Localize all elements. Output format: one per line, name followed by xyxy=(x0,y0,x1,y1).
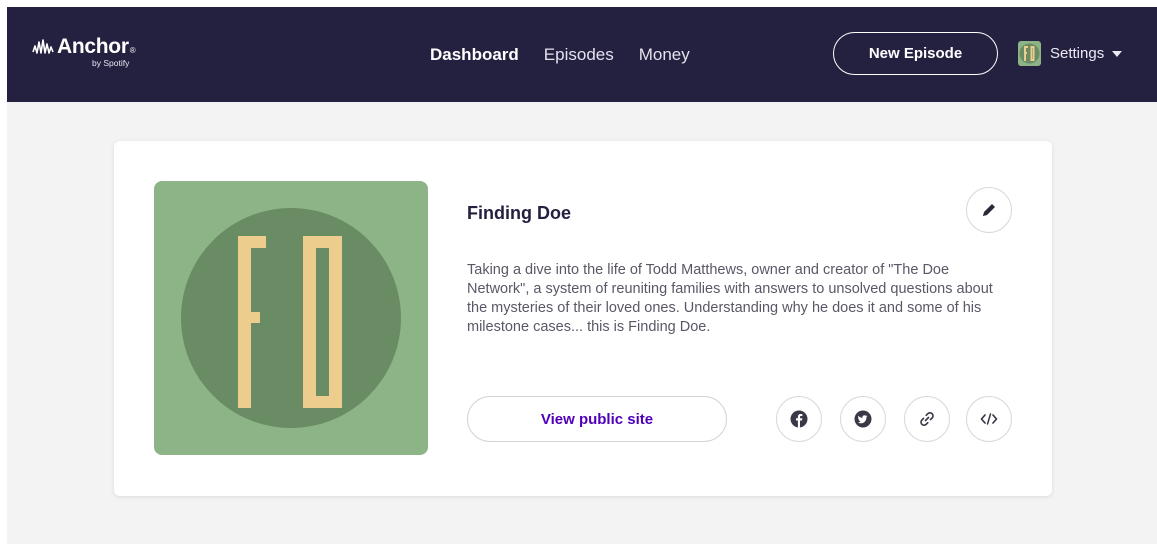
anchor-logo[interactable]: Anchor ® by Spotify xyxy=(32,35,136,68)
chevron-down-icon xyxy=(1112,50,1123,57)
podcast-cover-art xyxy=(154,181,428,455)
settings-label: Settings xyxy=(1050,45,1105,62)
embed-icon xyxy=(980,413,998,425)
link-icon xyxy=(920,412,934,426)
nav-money[interactable]: Money xyxy=(639,45,690,65)
twitter-icon xyxy=(854,410,872,428)
podcast-title: Finding Doe xyxy=(467,203,571,223)
logo-registered-mark: ® xyxy=(129,46,136,55)
page: Anchor ® by Spotify Dashboard Episodes M… xyxy=(7,7,1157,544)
share-facebook-button[interactable] xyxy=(776,396,822,442)
nav-dashboard[interactable]: Dashboard xyxy=(430,45,519,65)
edit-podcast-button[interactable] xyxy=(966,187,1012,233)
anchor-waveform-icon xyxy=(32,39,54,54)
share-twitter-button[interactable] xyxy=(840,396,886,442)
top-navigation-bar: Anchor ® by Spotify Dashboard Episodes M… xyxy=(7,7,1157,102)
podcast-description: Taking a dive into the life of Todd Matt… xyxy=(467,262,993,335)
facebook-icon xyxy=(790,410,808,428)
settings-menu[interactable]: Settings xyxy=(1018,41,1123,66)
new-episode-button[interactable]: New Episode xyxy=(833,32,998,75)
view-public-site-button[interactable]: View public site xyxy=(467,396,727,442)
podcast-card: Finding Doe Taking a dive into the life … xyxy=(114,141,1052,496)
main-nav: Dashboard Episodes Money xyxy=(430,45,690,65)
podcast-avatar xyxy=(1018,41,1041,66)
logo-subtitle: by Spotify xyxy=(92,58,130,68)
nav-episodes[interactable]: Episodes xyxy=(544,45,614,65)
pencil-icon xyxy=(983,204,995,216)
logo-wordmark: Anchor xyxy=(57,35,129,58)
embed-code-button[interactable] xyxy=(966,396,1012,442)
copy-link-button[interactable] xyxy=(904,396,950,442)
